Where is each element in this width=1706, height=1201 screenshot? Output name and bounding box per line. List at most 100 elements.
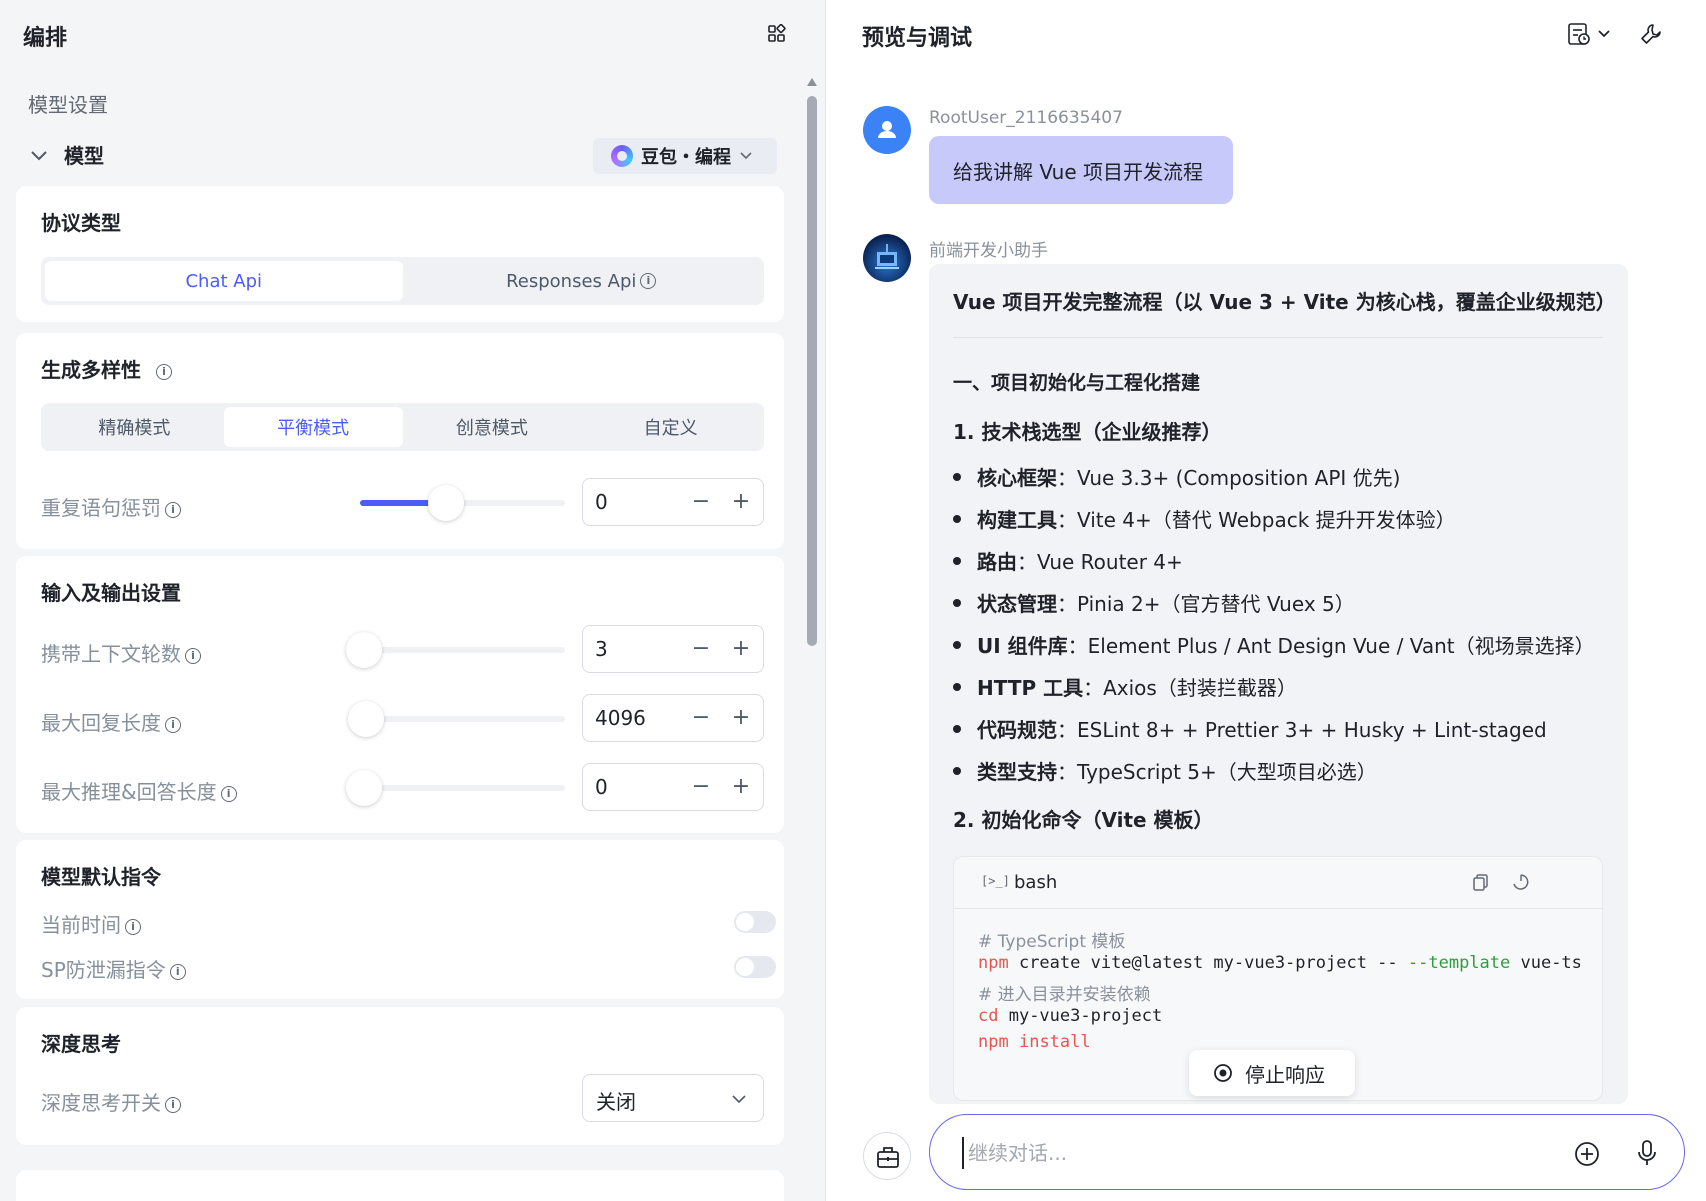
context-rounds-stepper[interactable]: 3 − + <box>582 625 764 673</box>
repeat-penalty-slider[interactable] <box>360 485 565 521</box>
stepper-value[interactable]: 4096 <box>595 706 646 730</box>
tab-balanced[interactable]: 平衡模式 <box>223 407 403 447</box>
model-label: 模型 <box>64 144 104 168</box>
code-comment: # TypeScript 模板 <box>978 932 1126 952</box>
slider-knob[interactable] <box>346 632 382 668</box>
slider-knob[interactable] <box>428 485 465 521</box>
protocol-title: 协议类型 <box>41 211 121 235</box>
panel-title: 编排 <box>23 26 68 51</box>
context-rounds-slider[interactable] <box>346 632 565 668</box>
bullet <box>953 682 961 691</box>
answer-title: Vue 项目开发完整流程（以 Vue 3 + Vite 为核心栈，覆盖企业级规范… <box>953 290 1616 314</box>
max-reply-slider[interactable] <box>348 701 565 737</box>
model-row: 模型 豆包・编程 <box>28 138 778 174</box>
info-icon[interactable]: i <box>169 963 186 980</box>
deep-think-select[interactable]: 关闭 <box>582 1074 764 1122</box>
decrement-button[interactable]: − <box>687 632 715 666</box>
tab-creative[interactable]: 创意模式 <box>403 407 582 447</box>
max-reasoning-stepper[interactable]: 0 − + <box>582 763 764 811</box>
list-item-key: 状态管理 <box>977 592 1057 616</box>
list-item-value: ：ESLint 8+ + Prettier 3+ + Husky + Lint-… <box>1057 718 1547 742</box>
list-item: 代码规范 ：ESLint 8+ + Prettier 3+ + Husky + L… <box>953 714 1547 743</box>
code-header: [>_] bash <box>954 857 1602 909</box>
list-item-key: HTTP 工具 <box>977 676 1084 700</box>
microphone-icon[interactable] <box>1636 1139 1658 1167</box>
doubao-logo-icon <box>611 145 633 167</box>
stepper-value[interactable]: 0 <box>595 490 608 514</box>
increment-button[interactable]: + <box>727 770 755 804</box>
scrollbar[interactable] <box>806 78 818 1198</box>
deep-think-switch-label-text: 深度思考开关 <box>41 1091 161 1115</box>
tab-chat-api[interactable]: Chat Api <box>45 261 403 301</box>
info-icon[interactable]: i <box>165 501 181 518</box>
info-icon[interactable]: i <box>165 716 181 733</box>
increment-button[interactable]: + <box>727 485 755 519</box>
max-reasoning-slider[interactable] <box>346 770 565 806</box>
deep-think-switch-label: 深度思考开关 i <box>41 1087 181 1116</box>
repeat-penalty-stepper[interactable]: 0 − + <box>582 478 764 526</box>
chat-input[interactable] <box>962 1137 1522 1169</box>
info-icon[interactable]: i <box>125 918 141 935</box>
scroll-up-arrow-icon[interactable] <box>807 78 817 86</box>
info-icon[interactable]: i <box>155 363 172 380</box>
list-item-value: ：Vue 3.3+ (Composition API 优先) <box>1057 466 1401 490</box>
code-line: cd my-vue3-project <box>978 1006 1162 1026</box>
context-rounds-label-text: 携带上下文轮数 <box>41 642 181 666</box>
info-icon[interactable]: i <box>165 1096 181 1113</box>
orchestration-panel: 编排 模型设置 模型 豆包・编程 协议类型 Chat Api Responses… <box>0 0 826 1201</box>
add-circle-icon[interactable] <box>1573 1140 1601 1168</box>
copy-icon[interactable] <box>1472 873 1490 891</box>
sp-leak-toggle[interactable] <box>734 956 776 978</box>
terminal-icon: [>_] <box>981 874 1010 888</box>
info-icon[interactable]: i <box>640 273 657 289</box>
layout-grid-icon[interactable] <box>767 24 787 44</box>
model-select[interactable]: 豆包・编程 <box>593 138 777 174</box>
user-avatar <box>863 106 911 154</box>
answer-subheading: 2. 初始化命令（Vite 模板） <box>953 808 1214 832</box>
info-icon[interactable]: i <box>220 785 237 802</box>
history-dropdown-icon[interactable] <box>1567 22 1617 46</box>
list-item-value: ：Vite 4+（替代 Webpack 提升开发体验） <box>1057 508 1456 532</box>
slider-knob[interactable] <box>348 701 385 737</box>
stop-response-button[interactable]: 停止响应 <box>1189 1050 1355 1096</box>
current-time-toggle[interactable] <box>734 911 776 933</box>
code-text: vue-ts <box>1510 953 1582 973</box>
increment-button[interactable]: + <box>727 701 755 735</box>
next-card <box>16 1170 784 1201</box>
toolbox-button[interactable] <box>863 1132 911 1180</box>
chat-input-box[interactable] <box>929 1114 1685 1190</box>
answer-subheading: 1. 技术栈选型（企业级推荐） <box>953 420 1222 444</box>
decrement-button[interactable]: − <box>687 485 715 519</box>
list-item-key: 核心框架 <box>977 466 1057 490</box>
slider-knob[interactable] <box>346 770 382 806</box>
answer-section-heading: 一、项目初始化与工程化搭建 <box>953 372 1201 394</box>
scrollbar-thumb[interactable] <box>807 96 817 646</box>
protocol-card: 协议类型 Chat Api Responses Api i <box>16 186 784 322</box>
chevron-down-icon[interactable] <box>28 144 50 166</box>
tab-custom[interactable]: 自定义 <box>581 407 760 447</box>
list-item: 类型支持 ：TypeScript 5+（大型项目必选） <box>953 756 1377 785</box>
increment-button[interactable]: + <box>727 632 755 666</box>
stepper-value[interactable]: 3 <box>595 637 608 661</box>
wrap-lines-icon[interactable] <box>1511 872 1529 892</box>
info-icon[interactable]: i <box>185 647 201 664</box>
tab-precise[interactable]: 精确模式 <box>45 407 224 447</box>
list-item-value: ：Axios（封装拦截器） <box>1083 676 1297 700</box>
stop-icon <box>1214 1064 1232 1082</box>
stepper-value[interactable]: 0 <box>595 775 608 799</box>
wrench-icon[interactable] <box>1639 22 1663 46</box>
bullet <box>953 556 961 565</box>
model-settings-title: 模型设置 <box>28 93 108 117</box>
code-command: npm <box>978 953 1009 973</box>
tab-responses-api-label: Responses Api <box>506 270 637 292</box>
max-reply-stepper[interactable]: 4096 − + <box>582 694 764 742</box>
tab-responses-api[interactable]: Responses Api i <box>403 261 761 301</box>
repeat-penalty-label-text: 重复语句惩罚 <box>41 496 161 520</box>
decrement-button[interactable]: − <box>687 770 715 804</box>
chevron-down-icon <box>740 152 752 160</box>
list-item: 构建工具 ：Vite 4+（替代 Webpack 提升开发体验） <box>953 504 1456 533</box>
sp-leak-label-text: SP防泄漏指令 <box>41 958 166 982</box>
code-language: bash <box>1014 872 1058 893</box>
code-command: cd <box>978 1006 999 1026</box>
decrement-button[interactable]: − <box>687 701 715 735</box>
